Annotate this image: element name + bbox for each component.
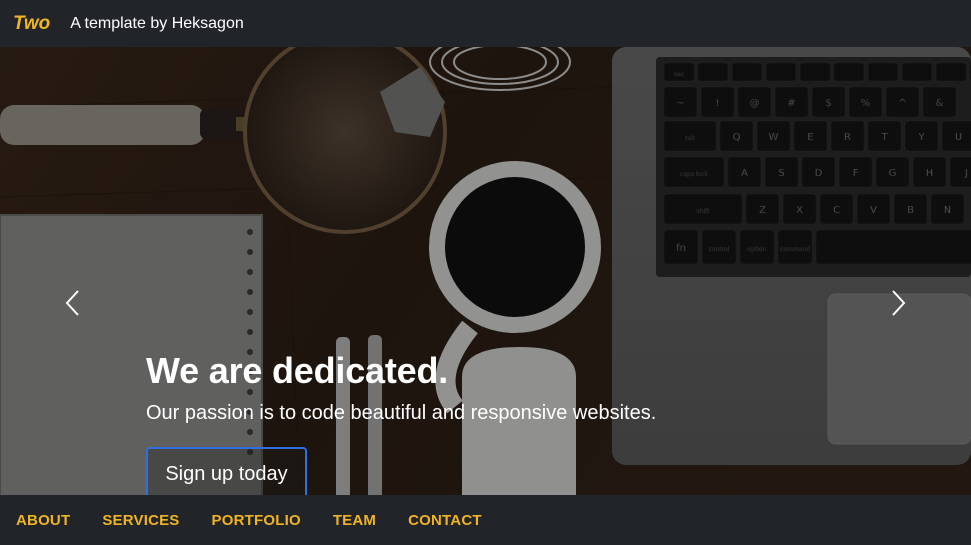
carousel-prev-button[interactable]: [53, 283, 93, 323]
hero-heading: We are dedicated.: [146, 350, 449, 391]
nav-item-portfolio[interactable]: PORTFOLIO: [212, 512, 301, 529]
chevron-right-icon: [892, 290, 906, 316]
hero-background-image: esc~! @ # $% ^ &tab Q W E R T Y Ucaps lock A S D F G H Jshi…: [0, 47, 971, 495]
brand-logo[interactable]: Two: [13, 13, 50, 35]
hero-carousel: esc ~! @ # $% ^ & tab Q W E R T Y Ucaps lock A S D F G H Jshi…: [0, 47, 971, 495]
nav-item-about[interactable]: ABOUT: [16, 512, 70, 529]
carousel-next-button[interactable]: [878, 283, 918, 323]
nav-item-contact[interactable]: CONTACT: [408, 512, 482, 529]
section-nav: ABOUT SERVICES PORTFOLIO TEAM CONTACT: [0, 495, 971, 545]
nav-item-services[interactable]: SERVICES: [102, 512, 179, 529]
nav-item-team[interactable]: TEAM: [333, 512, 376, 529]
sign-up-button[interactable]: Sign up today: [146, 447, 307, 495]
hero-subheading: Our passion is to code beautiful and res…: [146, 402, 657, 424]
site-tagline: A template by Heksagon: [70, 14, 244, 32]
carousel-caption: We are dedicated. Our passion is to code…: [146, 348, 656, 426]
top-navbar: Two A template by Heksagon: [0, 0, 971, 47]
chevron-left-icon: [65, 290, 79, 316]
